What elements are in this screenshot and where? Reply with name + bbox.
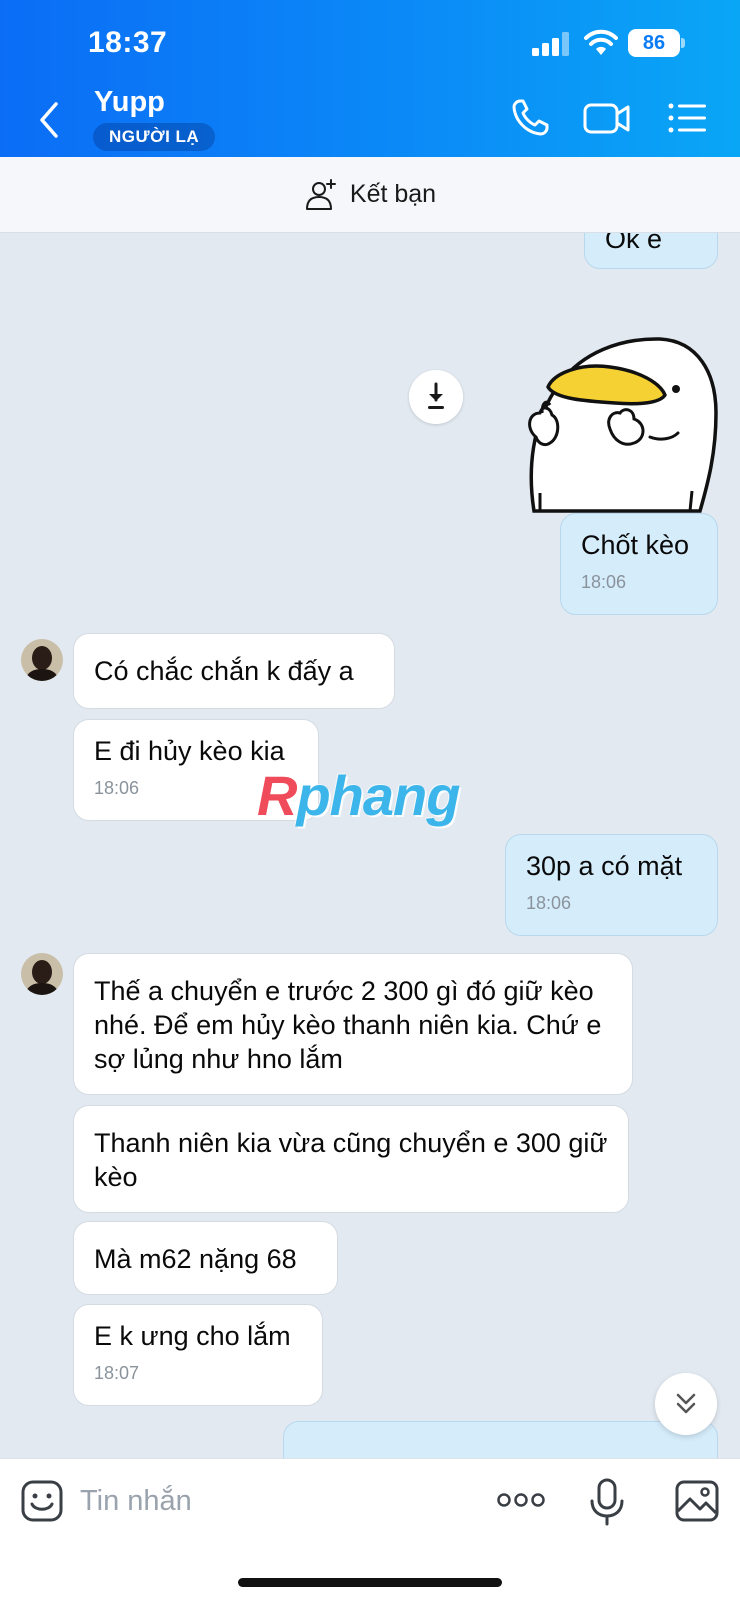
add-friend-label: Kết bạn — [349, 180, 437, 208]
message-text: Ok e — [605, 233, 663, 254]
watermark-first-letter: R — [257, 764, 297, 827]
duck-thumbs-up-sticker[interactable] — [520, 333, 720, 513]
contact-avatar[interactable] — [21, 639, 63, 681]
battery-level: 86 — [628, 29, 680, 57]
contact-name[interactable]: Yupp — [94, 86, 165, 119]
add-friend-bar[interactable]: Kết bạn — [0, 157, 740, 233]
back-button[interactable] — [30, 98, 70, 142]
message-bubble-outgoing-partial[interactable] — [283, 1421, 718, 1458]
download-button[interactable] — [409, 370, 463, 424]
message-time: 18:07 — [94, 1363, 140, 1383]
message-bubble-incoming[interactable]: Có chắc chắn k đấy a — [73, 633, 395, 709]
watermark-logo: Rphang — [257, 763, 460, 828]
message-bubble-outgoing[interactable]: Ok e — [584, 233, 718, 269]
more-options-icon[interactable] — [496, 1485, 546, 1515]
contact-avatar[interactable] — [21, 953, 63, 995]
message-time: 18:06 — [581, 572, 627, 592]
battery-indicator: 86 — [628, 29, 685, 57]
home-indicator[interactable] — [238, 1578, 502, 1587]
sticker-emoji-icon[interactable] — [20, 1479, 64, 1523]
message-text: E đi hủy kèo kia — [94, 736, 285, 766]
message-text: Có chắc chắn k đấy a — [94, 656, 354, 686]
wifi-icon — [584, 29, 618, 55]
message-text: 30p a có mặt — [526, 851, 683, 881]
phone-call-icon[interactable] — [508, 96, 552, 140]
microphone-icon[interactable] — [588, 1477, 626, 1527]
menu-list-icon[interactable] — [666, 96, 710, 140]
message-text: Chốt kèo — [581, 530, 690, 560]
stranger-badge: NGƯỜI LẠ — [93, 123, 216, 151]
message-text: Thanh niên kia vừa cũng chuyển e 300 giữ… — [94, 1128, 608, 1192]
message-bubble-outgoing[interactable]: 30p a có mặt 18:06 — [505, 834, 718, 936]
video-call-icon[interactable] — [582, 96, 632, 140]
message-bubble-outgoing[interactable]: Chốt kèo 18:06 — [560, 513, 718, 615]
scroll-to-bottom-button[interactable] — [655, 1373, 717, 1435]
add-friend-icon — [305, 178, 336, 210]
message-bubble-incoming[interactable]: Thế a chuyển e trước 2 300 gì đó giữ kèo… — [73, 953, 633, 1095]
message-text: E k ưng cho lắm — [94, 1321, 291, 1351]
message-text: Thế a chuyển e trước 2 300 gì đó giữ kèo… — [94, 976, 602, 1074]
chat-header: 18:37 86 Yupp NGƯỜI LẠ — [0, 0, 740, 157]
message-text: Mà m62 nặng 68 — [94, 1244, 297, 1274]
message-bubble-incoming[interactable]: Mà m62 nặng 68 — [73, 1221, 338, 1295]
battery-tip — [681, 38, 685, 48]
message-input[interactable] — [80, 1477, 460, 1525]
status-time: 18:37 — [88, 26, 168, 59]
watermark-rest: phang — [296, 764, 460, 827]
message-time: 18:06 — [526, 893, 572, 913]
chat-area[interactable]: Ok e Chốt kèo 18:06 Có chắc chắn k đấy a… — [0, 233, 740, 1458]
message-bubble-incoming[interactable]: E k ưng cho lắm 18:07 — [73, 1304, 323, 1406]
message-bubble-incoming[interactable]: Thanh niên kia vừa cũng chuyển e 300 giữ… — [73, 1105, 629, 1213]
image-gallery-icon[interactable] — [674, 1479, 720, 1523]
cellular-signal-icon — [532, 32, 569, 56]
